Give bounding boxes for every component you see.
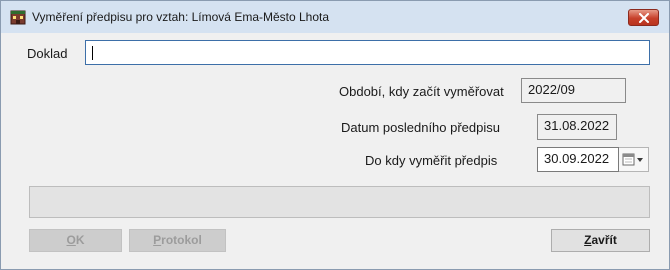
ok-button-label: K [75, 233, 85, 247]
date-picker-button[interactable] [619, 147, 649, 172]
protokol-button-hotkey: P [153, 233, 162, 247]
datum-posledniho-label: Datum posledního předpisu [341, 120, 500, 135]
do-kdy-label: Do kdy vyměřit předpis [365, 153, 498, 168]
window-title: Vyměření předpisu pro vztah: Límová Ema-… [32, 10, 330, 24]
close-icon [639, 13, 649, 23]
ok-button-hotkey: O [66, 233, 76, 247]
doklad-label: Doklad [27, 46, 68, 61]
building-icon [10, 9, 26, 25]
text-caret [92, 46, 93, 60]
datum-posledniho-value: 31.08.2022 [544, 118, 610, 133]
obdobi-label: Období, kdy začít vyměřovat [339, 84, 504, 99]
protokol-button-label: rotokol [161, 233, 202, 247]
ok-button[interactable]: OK [29, 229, 122, 252]
protokol-button[interactable]: Protokol [129, 229, 226, 252]
dialog-body: Doklad Období, kdy začít vyměřovat 2022/… [8, 33, 662, 263]
obdobi-field: 2022/09 [521, 78, 626, 103]
do-kdy-date-input[interactable]: 30.09.2022 [537, 147, 619, 172]
zavrit-button-label: avřít [591, 233, 617, 247]
doklad-input[interactable] [85, 40, 650, 65]
zavrit-button[interactable]: Zavřít [551, 229, 650, 252]
progress-bar [29, 186, 650, 218]
obdobi-value: 2022/09 [528, 82, 575, 97]
title-bar[interactable]: Vyměření předpisu pro vztah: Límová Ema-… [1, 1, 669, 33]
calendar-dropdown-icon [622, 153, 643, 166]
datum-posledniho-field: 31.08.2022 [537, 114, 617, 140]
do-kdy-value: 30.09.2022 [544, 151, 610, 166]
close-button[interactable] [628, 9, 659, 26]
dialog-window: Vyměření předpisu pro vztah: Límová Ema-… [0, 0, 670, 270]
